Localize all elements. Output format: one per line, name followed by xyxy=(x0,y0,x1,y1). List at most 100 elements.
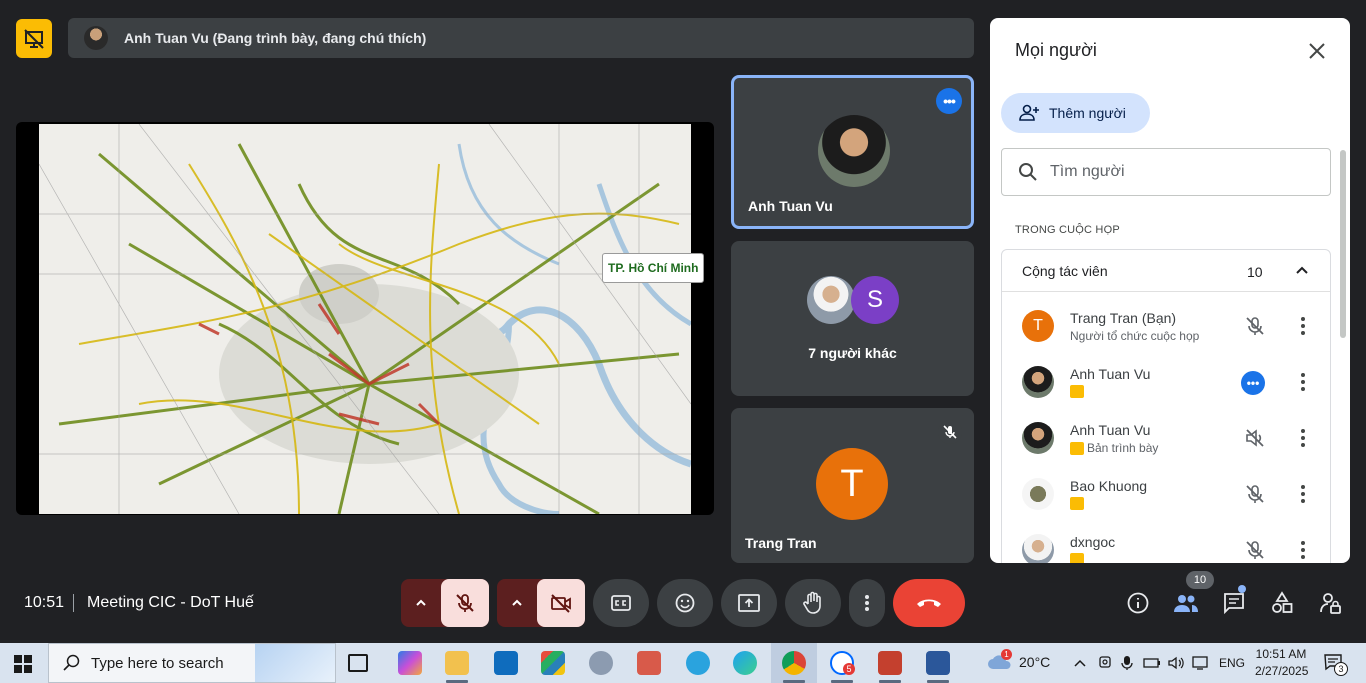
group-header[interactable]: Cộng tác viên 10 xyxy=(1002,250,1330,292)
meeting-details-button[interactable] xyxy=(1125,590,1151,616)
copilot-icon[interactable] xyxy=(398,651,422,675)
collaborators-group: Cộng tác viên 10 T Trang Tran (Bạn) Ngườ… xyxy=(1001,249,1331,563)
network-icon[interactable] xyxy=(1191,655,1209,671)
person-role: Người tổ chức cuộc họp xyxy=(1070,329,1200,343)
input-language[interactable]: ENG xyxy=(1219,656,1245,670)
more-options-icon[interactable]: ••• xyxy=(1241,371,1265,395)
mic-control xyxy=(401,579,489,627)
map-city-label: TP. Hồ Chí Minh xyxy=(602,253,705,283)
people-search[interactable] xyxy=(1001,148,1331,196)
more-vert-icon[interactable] xyxy=(1294,372,1312,392)
participant-tile-others[interactable]: S 7 người khác xyxy=(731,241,974,396)
list-item-person[interactable]: Anh Tuan Vu ••• xyxy=(1022,358,1322,408)
outlook-icon[interactable] xyxy=(494,651,518,675)
chat-button[interactable] xyxy=(1221,590,1247,616)
participant-tile-anh-tuan-vu[interactable]: ••• Anh Tuan Vu xyxy=(731,75,974,229)
more-vert-icon xyxy=(865,595,869,611)
reactions-button[interactable] xyxy=(657,579,713,627)
present-screen-icon xyxy=(738,594,760,612)
people-icon xyxy=(1174,595,1198,612)
file-explorer-icon[interactable] xyxy=(445,651,469,675)
volume-icon[interactable] xyxy=(1167,655,1185,671)
add-people-label: Thêm người xyxy=(1049,105,1126,121)
tile-participant-name: Anh Tuan Vu xyxy=(748,198,833,214)
participant-photo xyxy=(1022,422,1054,454)
list-item-person[interactable]: Bao Khuong xyxy=(1022,470,1322,520)
weather-alert-badge: 1 xyxy=(1001,649,1012,660)
others-count-label: 7 người khác xyxy=(808,345,897,361)
more-options-button[interactable] xyxy=(849,579,885,627)
person-role xyxy=(1070,385,1087,398)
search-input[interactable] xyxy=(1050,163,1300,181)
chevron-up-icon[interactable] xyxy=(1294,262,1310,278)
more-vert-icon[interactable] xyxy=(1294,316,1312,336)
person-role xyxy=(1070,497,1087,510)
notification-count: 3 xyxy=(1334,662,1348,676)
host-controls-button[interactable] xyxy=(1317,590,1343,616)
info-icon xyxy=(1127,592,1149,614)
add-people-button[interactable]: Thêm người xyxy=(1001,93,1150,133)
camera-control xyxy=(497,579,585,627)
present-now-button[interactable] xyxy=(721,579,777,627)
list-item-person[interactable]: Anh Tuan Vu Bản trình bày xyxy=(1022,414,1322,464)
list-item-person[interactable]: T Trang Tran (Bạn) Người tổ chức cuộc họ… xyxy=(1022,302,1322,352)
shapes-icon xyxy=(1272,591,1293,613)
more-vert-icon[interactable] xyxy=(1294,484,1312,504)
activities-button[interactable] xyxy=(1269,590,1295,616)
video-options-chevron-icon[interactable] xyxy=(497,579,537,627)
taskbar-search[interactable]: Type here to search xyxy=(48,643,336,683)
presenting-badge-icon xyxy=(1070,385,1084,398)
list-item-person[interactable]: dxngoc xyxy=(1022,526,1322,563)
presenter-banner-text: Anh Tuan Vu (Đang trình bày, đang chú th… xyxy=(124,30,427,46)
mic-toggle-button[interactable] xyxy=(441,579,489,627)
chrome-icon[interactable] xyxy=(782,651,806,675)
microphone-icon[interactable] xyxy=(1120,655,1134,671)
webcam-icon[interactable] xyxy=(1097,655,1113,671)
paint-icon[interactable] xyxy=(589,651,613,675)
panel-scrollbar[interactable] xyxy=(1340,150,1346,338)
leave-call-button[interactable] xyxy=(893,579,965,627)
group-count: 10 xyxy=(1247,264,1263,280)
people-count-badge: 10 xyxy=(1186,571,1214,589)
more-options-icon[interactable]: ••• xyxy=(936,88,962,114)
mic-off-icon xyxy=(1246,541,1264,559)
panel-title: Mọi người xyxy=(1015,40,1097,60)
edge-icon[interactable] xyxy=(733,651,757,675)
more-vert-icon[interactable] xyxy=(1294,428,1312,448)
raise-hand-button[interactable] xyxy=(785,579,841,627)
windows-start-icon[interactable] xyxy=(14,655,32,673)
chevron-up-icon[interactable] xyxy=(1073,657,1087,669)
weather-widget[interactable]: 1 20°C xyxy=(987,649,1050,671)
taskbar-search-text: Type here to search xyxy=(91,654,224,672)
tile-participant-name: Trang Tran xyxy=(745,535,817,551)
zalo-badge: 5 xyxy=(843,663,855,675)
clock-date[interactable]: 2/27/2025 xyxy=(1255,664,1308,678)
more-vert-icon[interactable] xyxy=(1294,540,1312,560)
telegram-icon[interactable] xyxy=(686,651,710,675)
task-view-icon[interactable] xyxy=(348,654,368,672)
avatar-letter: T xyxy=(816,448,888,520)
powerpoint-icon[interactable] xyxy=(878,651,902,675)
presenter-banner[interactable]: Anh Tuan Vu (Đang trình bày, đang chú th… xyxy=(68,18,974,58)
clock-time[interactable]: 10:51 AM xyxy=(1255,647,1307,661)
app-grid-icon[interactable] xyxy=(637,651,661,675)
chat-unread-dot xyxy=(1238,585,1246,593)
present-status-icon[interactable] xyxy=(16,19,52,58)
participant-tile-trang-tran[interactable]: T Trang Tran xyxy=(731,408,974,563)
presenting-badge-icon xyxy=(1070,497,1084,510)
person-name: Anh Tuan Vu xyxy=(1070,422,1151,438)
emoji-icon xyxy=(675,593,695,613)
people-button[interactable] xyxy=(1173,590,1199,616)
person-role: Bản trình bày xyxy=(1070,441,1158,455)
close-icon[interactable] xyxy=(1306,40,1328,62)
mic-off-icon xyxy=(938,420,962,444)
captions-button[interactable] xyxy=(593,579,649,627)
camera-toggle-button[interactable] xyxy=(537,579,585,627)
presenter-avatar xyxy=(84,26,108,50)
camera-off-icon xyxy=(551,594,571,613)
audio-options-chevron-icon[interactable] xyxy=(401,579,441,627)
microsoft-store-icon[interactable] xyxy=(541,651,565,675)
word-icon[interactable] xyxy=(926,651,950,675)
battery-icon[interactable] xyxy=(1143,656,1161,670)
shared-screen[interactable]: TP. Hồ Chí Minh xyxy=(16,122,714,515)
